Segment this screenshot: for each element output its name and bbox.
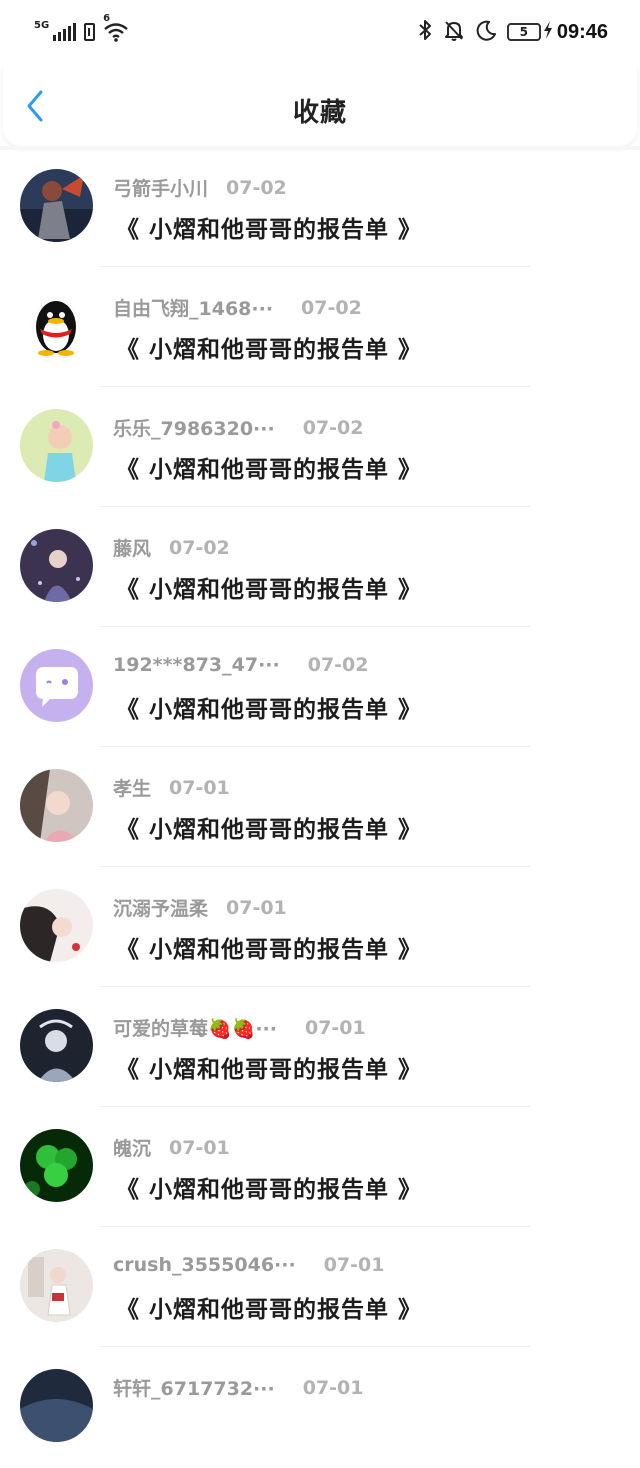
avatar[interactable] (20, 409, 93, 482)
item-meta: 192***873_47··· 07-02 (113, 654, 369, 676)
item-meta: 沉溺予温柔 07-01 (113, 894, 287, 921)
date: 07-01 (304, 1016, 366, 1039)
divider (100, 1346, 530, 1347)
charging-icon (543, 20, 553, 44)
network-type: 5G (34, 19, 50, 31)
date: 07-01 (323, 1254, 385, 1276)
divider (100, 506, 530, 507)
item-meta: 弓箭手小川 07-02 (113, 174, 287, 201)
username[interactable]: 192***873_47··· (113, 654, 280, 676)
item-title[interactable]: 《 小熠和他哥哥的报告单 》 (116, 570, 422, 604)
divider (100, 986, 530, 987)
item-meta: 乐乐_7986320··· 07-02 (113, 414, 363, 441)
date: 07-02 (307, 654, 369, 676)
username[interactable]: 魄沉 (113, 1134, 151, 1161)
list-item[interactable]: 沉溺予温柔 07-01 《 小熠和他哥哥的报告单 》 (0, 868, 640, 988)
divider (100, 746, 530, 747)
avatar[interactable] (20, 649, 93, 722)
item-title[interactable]: 《 小熠和他哥哥的报告单 》 (116, 1290, 422, 1324)
clock: 09:46 (556, 20, 608, 43)
list-item[interactable]: 轩轩_6717732··· 07-01 (0, 1348, 640, 1468)
signal-icon (53, 23, 77, 41)
divider (100, 1226, 530, 1227)
avatar[interactable] (20, 289, 93, 362)
item-meta: 孝生 07-01 (113, 774, 230, 801)
username[interactable]: 乐乐_7986320··· (113, 414, 275, 441)
divider (100, 1106, 530, 1107)
divider (100, 386, 530, 387)
date: 07-02 (301, 296, 362, 319)
list-item[interactable]: 192***873_47··· 07-02 《 小熠和他哥哥的报告单 》 (0, 628, 640, 748)
avatar[interactable] (20, 889, 93, 962)
page-title: 收藏 (292, 98, 347, 128)
item-meta: 可爱的草莓🍓🍓··· 07-01 (113, 1014, 366, 1041)
item-title[interactable]: 《 小熠和他哥哥的报告单 》 (116, 330, 422, 364)
list-item[interactable]: 魄沉 07-01 《 小熠和他哥哥的报告单 》 (0, 1108, 640, 1228)
username[interactable]: 轩轩_6717732··· (113, 1374, 275, 1401)
date: 07-01 (169, 1136, 230, 1159)
item-title[interactable]: 《 小熠和他哥哥的报告单 》 (116, 210, 422, 244)
list-item[interactable]: 可爱的草莓🍓🍓··· 07-01 《 小熠和他哥哥的报告单 》 (0, 988, 640, 1108)
item-meta: 藤风 07-02 (113, 534, 230, 561)
date: 07-01 (226, 896, 287, 919)
username[interactable]: 孝生 (113, 774, 151, 801)
sim-icon (84, 23, 96, 41)
avatar[interactable] (20, 1369, 93, 1442)
item-title[interactable]: 《 小熠和他哥哥的报告单 》 (116, 810, 422, 844)
item-meta: 魄沉 07-01 (113, 1134, 230, 1161)
date: 07-02 (169, 536, 230, 559)
list-item[interactable]: 孝生 07-01 《 小熠和他哥哥的报告单 》 (0, 748, 640, 868)
username[interactable]: 沉溺予温柔 (113, 894, 208, 921)
moon-icon (475, 19, 497, 45)
avatar[interactable] (20, 1009, 93, 1082)
status-left: 5G 6 (34, 13, 129, 46)
list-item[interactable]: 弓箭手小川 07-02 《 小熠和他哥哥的报告单 》 (0, 148, 640, 268)
avatar[interactable] (20, 529, 93, 602)
item-title[interactable]: 《 小熠和他哥哥的报告单 》 (116, 1050, 422, 1084)
date: 07-02 (226, 176, 287, 199)
item-title[interactable]: 《 小熠和他哥哥的报告单 》 (116, 450, 422, 484)
date: 07-01 (302, 1376, 364, 1399)
status-bar: 5G 6 5 09:46 (0, 0, 640, 64)
avatar[interactable] (20, 769, 93, 842)
item-meta: crush_3555046··· 07-01 (113, 1254, 384, 1276)
username[interactable]: 可爱的草莓🍓🍓··· (113, 1014, 277, 1041)
list-item[interactable]: crush_3555046··· 07-01 《 小熠和他哥哥的报告单 》 (0, 1228, 640, 1348)
wifi-tag: 6 (103, 13, 111, 24)
list-item[interactable]: 乐乐_7986320··· 07-02 《 小熠和他哥哥的报告单 》 (0, 388, 640, 508)
avatar[interactable] (20, 169, 93, 242)
mute-bell-icon (443, 19, 465, 45)
username[interactable]: crush_3555046··· (113, 1254, 296, 1276)
battery-level: 5 (519, 25, 529, 39)
username[interactable]: 自由飞翔_1468··· (113, 294, 273, 321)
status-right: 5 09:46 (417, 18, 608, 46)
username[interactable]: 弓箭手小川 (113, 174, 208, 201)
item-meta: 轩轩_6717732··· 07-01 (113, 1374, 363, 1401)
avatar[interactable] (20, 1129, 93, 1202)
app-header: 收藏 (3, 64, 637, 146)
divider (100, 266, 530, 267)
item-title[interactable]: 《 小熠和他哥哥的报告单 》 (116, 1170, 422, 1204)
bluetooth-icon (417, 19, 433, 45)
avatar[interactable] (20, 1249, 93, 1322)
date: 07-02 (302, 416, 364, 439)
divider (100, 866, 530, 867)
item-title[interactable]: 《 小熠和他哥哥的报告单 》 (116, 690, 422, 724)
list-item[interactable]: 藤风 07-02 《 小熠和他哥哥的报告单 》 (0, 508, 640, 628)
date: 07-01 (169, 776, 230, 799)
list-item[interactable]: 自由飞翔_1468··· 07-02 《 小熠和他哥哥的报告单 》 (0, 268, 640, 388)
item-meta: 自由飞翔_1468··· 07-02 (113, 294, 362, 321)
wifi-icon: 6 (103, 13, 129, 43)
item-title[interactable]: 《 小熠和他哥哥的报告单 》 (116, 930, 422, 964)
username[interactable]: 藤风 (113, 534, 151, 561)
favorites-list: 弓箭手小川 07-02 《 小熠和他哥哥的报告单 》 自由飞翔_1468··· … (0, 148, 640, 1468)
divider (100, 626, 530, 627)
battery-icon: 5 (506, 23, 541, 41)
